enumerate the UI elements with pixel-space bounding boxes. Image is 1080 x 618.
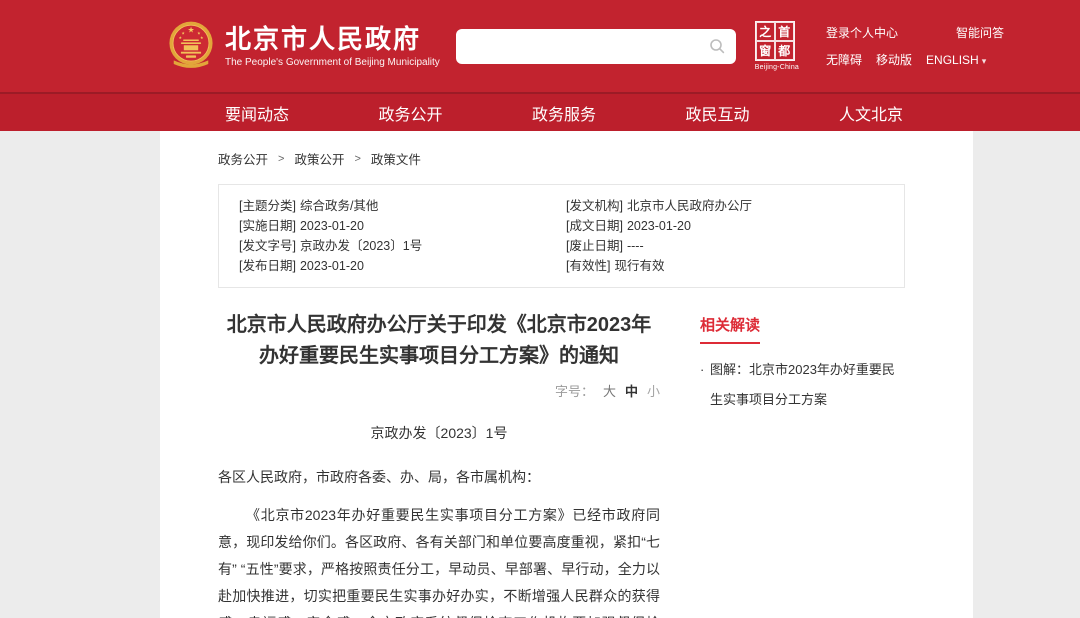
breadcrumb-item-current[interactable]: 政策文件 [371, 149, 421, 168]
smart-qa-link[interactable]: 智能问答 [956, 24, 1004, 41]
svg-text:★: ★ [178, 35, 182, 40]
svg-text:★: ★ [200, 35, 204, 40]
salutation: 各区人民政府，市政府各委、办、局，各市属机构： [218, 464, 660, 491]
document-meta-box: [主题分类]综合政务/其他 [实施日期]2023-01-20 [发文字号]京政办… [218, 184, 905, 288]
font-size-large-button[interactable]: 大 [603, 384, 616, 399]
site-logo[interactable]: ★ ★ ★ ★ ★ 北京市人民政府 The People's Governmen… [168, 19, 440, 73]
site-header: ★ ★ ★ ★ ★ 北京市人民政府 The People's Governmen… [0, 0, 1080, 92]
site-subtitle: The People's Government of Beijing Munic… [225, 57, 440, 68]
related-sidebar: 相关解读 ·图解：北京市2023年办好重要民生实事项目分工方案 [700, 288, 905, 415]
document-number: 京政办发〔2023〕1号 [218, 423, 660, 443]
meta-row: [发文机构]北京市人民政府办公厅 [566, 196, 904, 216]
seal-char: 之 [756, 22, 775, 41]
search-icon[interactable] [709, 38, 725, 54]
related-reading-heading: 相关解读 [700, 314, 760, 344]
meta-row: [有效性]现行有效 [566, 256, 904, 276]
chevron-down-icon: ▾ [982, 56, 987, 66]
meta-row: [发文字号]京政办发〔2023〕1号 [239, 236, 566, 256]
nav-item-gov-affairs[interactable]: 政务公开 [378, 101, 442, 125]
svg-text:★: ★ [187, 25, 194, 34]
font-size-small-button[interactable]: 小 [647, 384, 660, 399]
login-link[interactable]: 登录个人中心 [826, 24, 898, 41]
meta-row: [发布日期]2023-01-20 [239, 256, 566, 276]
capital-window-logo[interactable]: 之 首 窗 都 Beijing-China [755, 21, 799, 71]
search-input[interactable] [468, 39, 709, 54]
page-title: 北京市人民政府办公厅关于印发《北京市2023年办好重要民生实事项目分工方案》的通… [218, 310, 660, 372]
breadcrumb-item[interactable]: 政策公开 [294, 149, 344, 168]
english-link[interactable]: ENGLISH▾ [926, 53, 986, 67]
primary-nav: 要闻动态 政务公开 政务服务 政民互动 人文北京 [0, 92, 1080, 131]
body-paragraph: 《北京市2023年办好重要民生实事项目分工方案》已经市政府同意，现印发给你们。各… [218, 502, 660, 618]
seal-char: 窗 [756, 41, 775, 60]
related-reading-link[interactable]: ·图解：北京市2023年办好重要民生实事项目分工方案 [700, 355, 905, 415]
font-size-medium-button[interactable]: 中 [625, 384, 638, 399]
meta-row: [成文日期]2023-01-20 [566, 216, 904, 236]
seal-caption: Beijing-China [755, 64, 799, 71]
breadcrumb-separator: > [354, 153, 360, 165]
breadcrumb: 政务公开 > 政策公开 > 政策文件 [218, 149, 973, 168]
nav-item-news[interactable]: 要闻动态 [225, 101, 289, 125]
article-column: 北京市人民政府办公厅关于印发《北京市2023年办好重要民生实事项目分工方案》的通… [218, 288, 660, 618]
site-title: 北京市人民政府 [225, 24, 440, 54]
mobile-version-link[interactable]: 移动版 [876, 51, 912, 68]
meta-row: [实施日期]2023-01-20 [239, 216, 566, 236]
breadcrumb-separator: > [278, 153, 284, 165]
bullet-icon: · [700, 355, 704, 385]
content-panel: 政务公开 > 政策公开 > 政策文件 [主题分类]综合政务/其他 [实施日期]2… [160, 131, 973, 618]
breadcrumb-item[interactable]: 政务公开 [218, 149, 268, 168]
nav-item-interaction[interactable]: 政民互动 [685, 101, 749, 125]
meta-row: [主题分类]综合政务/其他 [239, 196, 566, 216]
seal-char: 都 [775, 41, 794, 60]
font-size-label: 字号： [555, 384, 594, 399]
nav-item-gov-services[interactable]: 政务服务 [532, 101, 596, 125]
national-emblem-icon: ★ ★ ★ ★ ★ [168, 19, 214, 73]
accessibility-link[interactable]: 无障碍 [826, 51, 862, 68]
font-size-controls: 字号： 大中小 [218, 381, 660, 400]
capital-window-seal: 之 首 窗 都 [755, 21, 795, 61]
seal-char: 首 [775, 22, 794, 41]
search-box[interactable] [456, 29, 736, 64]
nav-item-culture[interactable]: 人文北京 [839, 101, 903, 125]
meta-row: [废止日期]---- [566, 236, 904, 256]
